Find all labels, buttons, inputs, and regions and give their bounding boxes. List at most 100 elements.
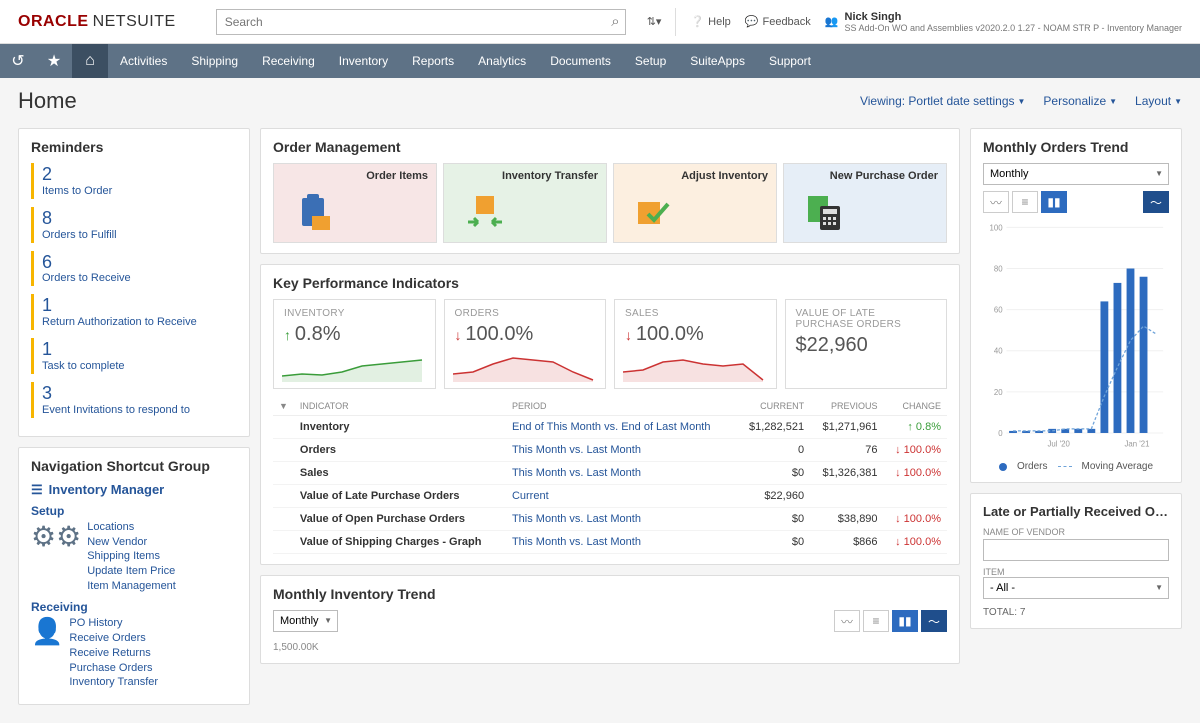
viewing-link[interactable]: Viewing: Portlet date settings ▼ (860, 94, 1025, 108)
reminder-item[interactable]: 2Items to Order (31, 163, 237, 199)
kpi-row: Value of Open Purchase OrdersThis Month … (273, 508, 947, 531)
col-period: PERIOD (506, 397, 737, 416)
svg-text:80: 80 (994, 264, 1003, 273)
shortcut-link[interactable]: Item Management (87, 579, 176, 594)
kpi-row: InventoryEnd of This Month vs. End of La… (273, 416, 947, 439)
reminder-item[interactable]: 1Return Authorization to Receive (31, 294, 237, 330)
shortcut-link[interactable]: Shipping Items (87, 549, 176, 564)
shortcut-link[interactable]: Update Item Price (87, 564, 176, 579)
home-icon[interactable]: ⌂ (72, 44, 108, 78)
chevron-down-icon: ▼ (1018, 97, 1026, 106)
shortcut-link[interactable]: Inventory Transfer (69, 675, 158, 690)
user-role: SS Add-On WO and Assemblies v2020.2.0 1.… (845, 23, 1183, 33)
logo-netsuite: NETSUITE (93, 13, 176, 31)
kpi-card[interactable]: ORDERS↓ 100.0% (444, 299, 607, 389)
shortcut-heading[interactable]: ☰ Inventory Manager (31, 482, 237, 498)
kpi-table: ▼ INDICATOR PERIOD CURRENT PREVIOUS CHAN… (273, 397, 947, 554)
monthly-orders-portlet: Monthly Orders Trend Monthly 〰 ≡ ▮▮ 〜 02… (970, 128, 1182, 483)
col-previous: PREVIOUS (810, 397, 883, 416)
gear-icon: ⚙︎⚙︎ (31, 520, 81, 594)
monthly-inventory-yaxis: 1,500.00K (273, 642, 947, 653)
svg-text:40: 40 (994, 347, 1003, 356)
reminder-item[interactable]: 3Event Invitations to respond to (31, 382, 237, 418)
view-bar-icon[interactable]: ▮▮ (892, 610, 918, 632)
star-icon[interactable]: ★ (36, 44, 72, 78)
view-line-icon[interactable]: 〜 (1143, 191, 1169, 213)
shortcut-link[interactable]: Receive Returns (69, 646, 158, 661)
monthly-inventory-select[interactable]: Monthly (273, 610, 338, 632)
col-indicator: INDICATOR (294, 397, 506, 416)
nav-reports[interactable]: Reports (400, 44, 466, 78)
shortcut-link[interactable]: New Vendor (87, 535, 176, 550)
kpi-portlet: Key Performance Indicators INVENTORY↑ 0.… (260, 264, 960, 565)
vendor-input[interactable] (983, 539, 1169, 561)
view-list-icon[interactable]: ≡ (1012, 191, 1038, 213)
kpi-row: OrdersThis Month vs. Last Month076↓ 100.… (273, 439, 947, 462)
shortcut-link[interactable]: Receive Orders (69, 631, 158, 646)
view-area-icon[interactable]: 〰 (834, 610, 860, 632)
reminder-item[interactable]: 6Orders to Receive (31, 251, 237, 287)
svg-text:20: 20 (994, 388, 1003, 397)
nav-receiving[interactable]: Receiving (250, 44, 327, 78)
shortcut-link[interactable]: PO History (69, 616, 158, 631)
kpi-row: Value of Late Purchase OrdersCurrent$22,… (273, 485, 947, 508)
reminders-portlet: Reminders 2Items to Order8Orders to Fulf… (18, 128, 250, 437)
late-partial-title: Late or Partially Received Order… (983, 504, 1169, 519)
collapse-icon[interactable]: ▼ (279, 401, 288, 411)
nav-analytics[interactable]: Analytics (466, 44, 538, 78)
vendor-label: NAME OF VENDOR (983, 527, 1169, 537)
order-management-title: Order Management (273, 139, 947, 155)
logo-oracle: ORACLE (18, 13, 89, 31)
search-icon[interactable]: ⌕ (611, 13, 619, 30)
nav-activities[interactable]: Activities (108, 44, 179, 78)
item-label: ITEM (983, 567, 1169, 577)
om-tile-inventory-transfer[interactable]: Inventory Transfer (443, 163, 607, 243)
shortcut-link[interactable]: Locations (87, 520, 176, 535)
nav-documents[interactable]: Documents (538, 44, 623, 78)
view-area-icon[interactable]: 〰 (983, 191, 1009, 213)
monthly-orders-select[interactable]: Monthly (983, 163, 1169, 185)
user-name: Nick Singh (845, 11, 1183, 23)
reminder-item[interactable]: 1Task to complete (31, 338, 237, 374)
history-icon[interactable]: ↺ (0, 44, 36, 78)
svg-text:Jul '20: Jul '20 (1048, 440, 1071, 449)
nav-support[interactable]: Support (757, 44, 823, 78)
divider (675, 8, 676, 36)
kpi-card[interactable]: VALUE OF LATE PURCHASE ORDERS$22,960 (785, 299, 948, 389)
nav-suiteapps[interactable]: SuiteApps (678, 44, 757, 78)
nav-inventory[interactable]: Inventory (327, 44, 400, 78)
feedback-label: Feedback (762, 16, 810, 28)
user-block[interactable]: 👥 Nick Singh SS Add-On WO and Assemblies… (825, 11, 1182, 33)
help-label: Help (708, 16, 731, 28)
shortcut-link[interactable]: Purchase Orders (69, 661, 158, 676)
app-logo: ORACLE NETSUITE (18, 13, 176, 31)
chevron-down-icon: ▼ (1174, 97, 1182, 106)
shortcut-portlet: Navigation Shortcut Group ☰ Inventory Ma… (18, 447, 250, 705)
kpi-card[interactable]: SALES↓ 100.0% (614, 299, 777, 389)
order-management-portlet: Order Management Order ItemsInventory Tr… (260, 128, 960, 254)
nav-shipping[interactable]: Shipping (179, 44, 250, 78)
legend-orders-label: Orders (1017, 461, 1048, 472)
personalize-link[interactable]: Personalize ▼ (1043, 94, 1117, 108)
reminder-item[interactable]: 8Orders to Fulfill (31, 207, 237, 243)
nav-setup[interactable]: Setup (623, 44, 678, 78)
chevron-down-icon: ▼ (1109, 97, 1117, 106)
monthly-orders-title: Monthly Orders Trend (983, 139, 1169, 155)
item-select[interactable]: - All - (983, 577, 1169, 599)
om-tile-new-purchase-order[interactable]: New Purchase Order (783, 163, 947, 243)
kpi-card[interactable]: INVENTORY↑ 0.8% (273, 299, 436, 389)
om-tile-order-items[interactable]: Order Items (273, 163, 437, 243)
late-partial-portlet: Late or Partially Received Order… NAME O… (970, 493, 1182, 629)
main-nav: ↺ ★ ⌂ ActivitiesShippingReceivingInvento… (0, 44, 1200, 78)
layout-link[interactable]: Layout ▼ (1135, 94, 1182, 108)
om-tile-adjust-inventory[interactable]: Adjust Inventory (613, 163, 777, 243)
view-line-icon[interactable]: 〜 (921, 610, 947, 632)
help-link[interactable]: ❔ Help (690, 15, 730, 28)
view-list-icon[interactable]: ≡ (863, 610, 889, 632)
search-input[interactable] (216, 9, 626, 35)
late-partial-total: TOTAL: 7 (983, 607, 1169, 618)
feedback-link[interactable]: 💬 Feedback (745, 15, 811, 28)
view-bar-icon[interactable]: ▮▮ (1041, 191, 1067, 213)
role-switch-icon[interactable]: ⇅▾ (647, 15, 662, 28)
legend-orders-dot (999, 463, 1007, 471)
